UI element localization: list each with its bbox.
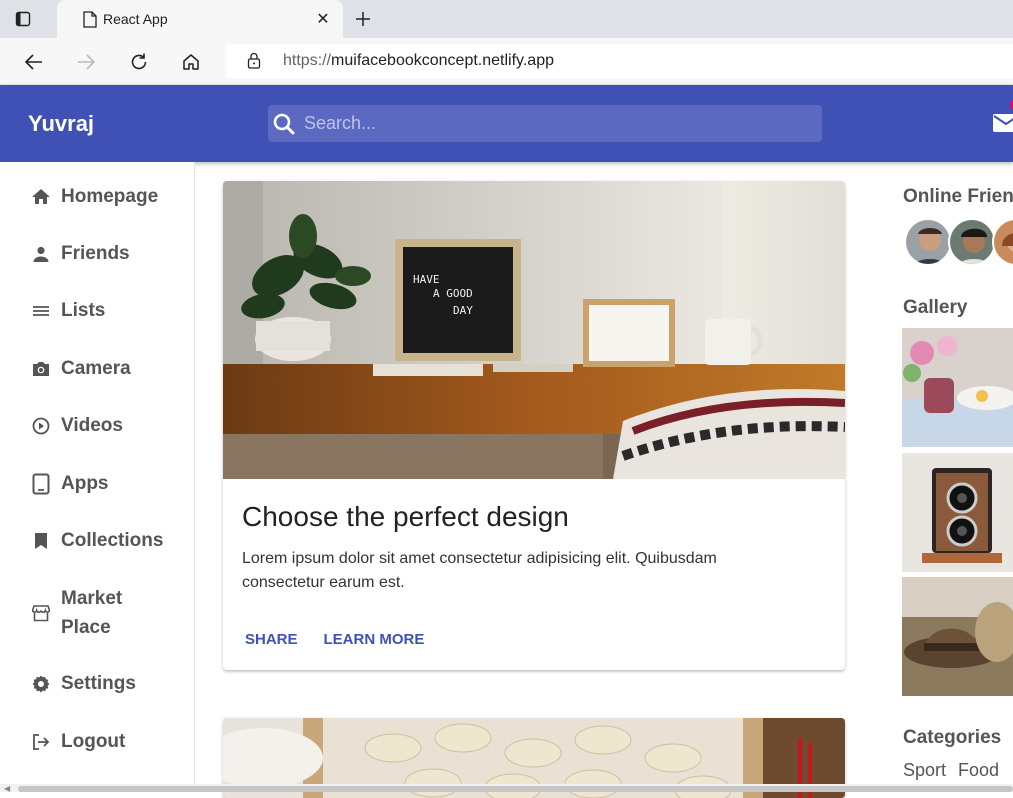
logout-icon: [30, 731, 52, 753]
url-host: muifacebookconcept.netlify.app: [331, 52, 554, 69]
gallery-image-3[interactable]: [902, 577, 1013, 696]
url-text: https://muifacebookconcept.netlify.app: [283, 52, 554, 70]
post-actions: SHARE LEARN MORE: [235, 625, 434, 654]
share-button[interactable]: SHARE: [235, 625, 308, 654]
back-icon[interactable]: [21, 49, 47, 75]
sidebar-item-label: Friends: [61, 243, 130, 264]
home-browser-icon[interactable]: [178, 49, 204, 75]
sidebar-item-market-place[interactable]: Market Place: [30, 584, 141, 642]
sidebar-item-label: Camera: [61, 358, 131, 379]
letterboard-line-1: HAVE: [413, 273, 440, 286]
sidebar-item-logout[interactable]: Logout: [30, 727, 125, 756]
sidebar-item-friends[interactable]: Friends: [30, 239, 130, 268]
address-bar[interactable]: https://muifacebookconcept.netlify.app: [226, 44, 1013, 78]
search-input[interactable]: [304, 105, 804, 142]
page-icon: [83, 11, 97, 33]
gallery-title: Gallery: [903, 297, 968, 318]
sidebar-item-label: Settings: [61, 673, 136, 694]
post-body: Lorem ipsum dolor sit amet consectetur a…: [242, 550, 717, 591]
sidebar-item-homepage[interactable]: Homepage: [30, 182, 158, 211]
browser-tab[interactable]: React App ✕: [57, 0, 343, 38]
sidebar-item-label: Lists: [61, 300, 106, 321]
sidebar-item-camera[interactable]: Camera: [30, 354, 131, 383]
sidebar-item-label: Market Place: [61, 588, 123, 638]
new-tab-icon[interactable]: [352, 8, 374, 30]
post-image[interactable]: HAVE A GOOD DAY: [223, 181, 845, 479]
camera-icon: [30, 358, 52, 380]
category-link-food[interactable]: Food: [958, 760, 999, 780]
browser-toolbar: https://muifacebookconcept.netlify.app: [0, 38, 1013, 85]
gallery-image-1[interactable]: [902, 328, 1013, 447]
brand-logo[interactable]: Yuvraj: [28, 111, 94, 137]
url-scheme: https://: [283, 52, 332, 69]
refresh-icon[interactable]: [126, 49, 152, 75]
post-title: Choose the perfect design: [242, 501, 569, 532]
letterboard-line-3: DAY: [453, 304, 473, 317]
forward-icon[interactable]: [73, 49, 99, 75]
tab-title: React App: [103, 11, 168, 27]
tab-actions-icon[interactable]: [12, 8, 34, 30]
sidebar-item-lists[interactable]: Lists: [30, 296, 105, 325]
tablet-icon: [30, 473, 52, 495]
post-card: HAVE A GOOD DAY Choose the perfect desig…: [223, 181, 845, 670]
app-bar: Yuvraj: [0, 85, 1013, 162]
learn-more-button[interactable]: LEARN MORE: [314, 625, 435, 654]
sidebar: Homepage Friends Lists Camera Videos App…: [0, 162, 195, 792]
sidebar-item-label: Homepage: [61, 186, 159, 207]
categories-title: Categories: [903, 727, 1002, 748]
settings-icon: [30, 673, 52, 695]
close-tab-icon[interactable]: ✕: [313, 9, 333, 29]
sidebar-item-collections[interactable]: Collections: [30, 526, 163, 555]
sidebar-item-videos[interactable]: Videos: [30, 411, 123, 440]
storefront-icon: [30, 602, 52, 624]
sidebar-item-label: Collections: [61, 530, 164, 551]
lock-icon[interactable]: [247, 52, 261, 74]
mail-icon[interactable]: [992, 110, 1013, 136]
category-links: Sport Food: [903, 760, 1011, 781]
online-friend-avatar[interactable]: [948, 218, 996, 266]
online-friend-avatar[interactable]: [992, 218, 1013, 266]
scrollbar-thumb[interactable]: [18, 786, 1013, 792]
bookmark-icon: [30, 530, 52, 552]
online-friends-title: Online Friends: [903, 186, 1013, 207]
browser-tab-bar: React App ✕: [0, 0, 1013, 38]
person-icon: [30, 243, 52, 265]
sidebar-item-settings[interactable]: Settings: [30, 669, 136, 698]
sidebar-item-label: Logout: [61, 731, 126, 752]
sidebar-item-label: Apps: [61, 473, 109, 494]
letterboard-line-2: A GOOD: [433, 287, 473, 300]
sidebar-item-label: Videos: [61, 415, 123, 436]
search-box[interactable]: [268, 105, 822, 142]
play-circle-icon: [30, 415, 52, 437]
sidebar-item-apps[interactable]: Apps: [30, 469, 109, 498]
online-friend-avatar[interactable]: [904, 218, 952, 266]
search-icon: [272, 112, 298, 141]
home-icon: [30, 186, 52, 208]
category-link-sport[interactable]: Sport: [903, 760, 946, 780]
list-icon: [30, 300, 52, 322]
gallery-image-2[interactable]: [902, 453, 1013, 572]
